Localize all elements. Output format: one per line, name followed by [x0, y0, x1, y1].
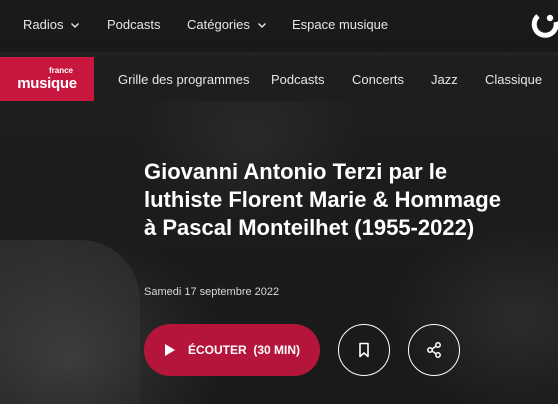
chevron-down-icon: [71, 22, 80, 28]
logo-small-text: france: [48, 66, 73, 75]
france-musique-logo[interactable]: france musique: [0, 57, 94, 101]
subnav-item-grille[interactable]: Grille des programmes: [118, 72, 250, 87]
share-button[interactable]: [408, 324, 460, 376]
espace-musique-label: Espace musique: [292, 17, 389, 32]
subnav-item-classique[interactable]: Classique: [485, 72, 542, 87]
radio-france-logo-icon[interactable]: [528, 12, 558, 42]
episode-title: Giovanni Antonio Terzi par le luthiste F…: [144, 159, 501, 240]
listen-text: ÉCOUTER: [187, 343, 247, 357]
episode-date: Samedi 17 septembre 2022: [144, 286, 280, 298]
radios-label: Radios: [23, 17, 64, 32]
categories-label: Catégories: [187, 17, 250, 32]
listen-label: ÉCOUTER (30 MIN): [188, 343, 300, 357]
duration-text: (30 MIN): [253, 343, 300, 357]
radios-menu[interactable]: Radios: [23, 17, 81, 32]
listen-button[interactable]: ÉCOUTER (30 MIN): [144, 324, 320, 376]
espace-musique-link[interactable]: Espace musique: [292, 17, 388, 32]
subnav-item-concerts[interactable]: Concerts: [352, 72, 404, 87]
logo-big-text: musique: [17, 75, 77, 92]
categories-menu[interactable]: Catégories: [187, 17, 268, 32]
hero-background-shape: [0, 240, 140, 404]
bookmark-icon: [359, 342, 369, 358]
chevron-down-icon: [257, 22, 266, 28]
top-navigation: Radios Podcasts Catégories Espace musiqu…: [0, 0, 558, 52]
podcasts-link[interactable]: Podcasts: [107, 17, 160, 32]
subnav-item-jazz[interactable]: Jazz: [431, 72, 458, 87]
subnav-item-podcasts[interactable]: Podcasts: [271, 72, 324, 87]
play-icon: [164, 344, 175, 356]
podcasts-label: Podcasts: [107, 17, 161, 32]
share-icon: [427, 342, 441, 358]
bookmark-button[interactable]: [338, 324, 390, 376]
brand-bar: france musique Grille des programmes Pod…: [0, 57, 558, 101]
